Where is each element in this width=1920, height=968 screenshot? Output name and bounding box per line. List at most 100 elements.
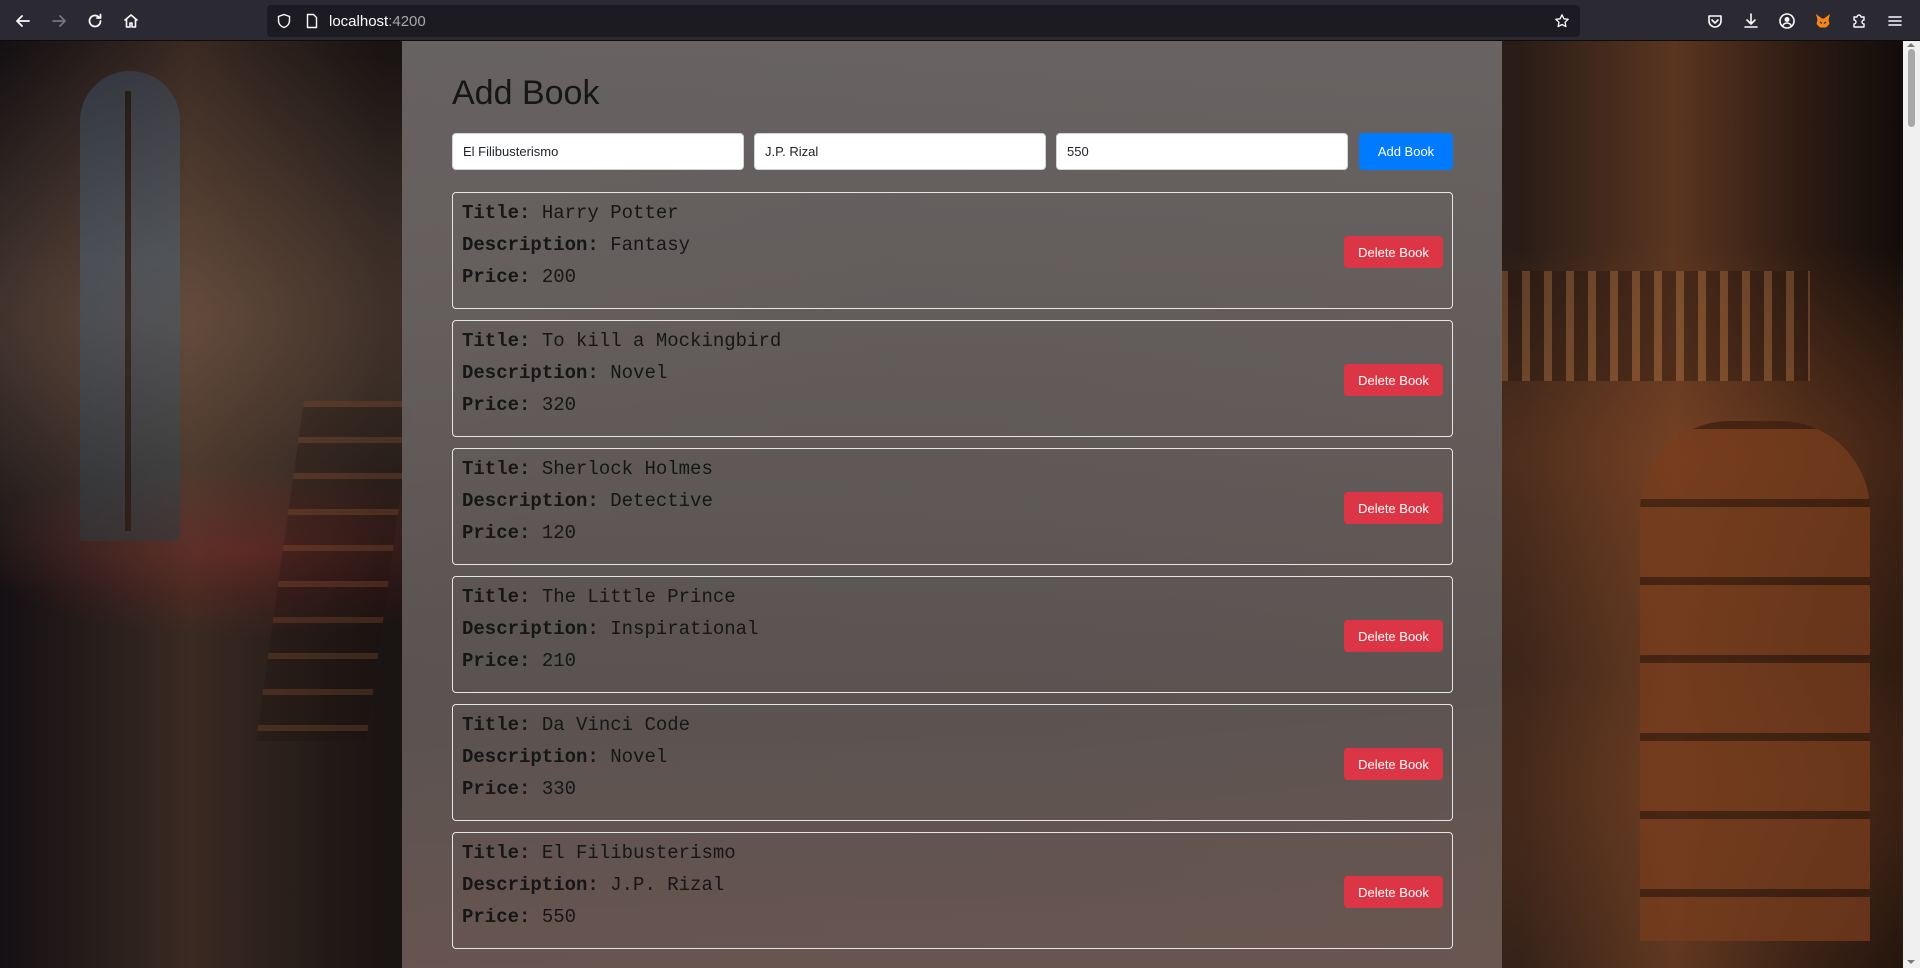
- background-decoration: [1640, 421, 1870, 941]
- delete-book-button[interactable]: Delete Book: [1344, 620, 1443, 652]
- account-icon: [1779, 13, 1795, 29]
- book-title-line: Title: To kill a Mockingbird: [462, 330, 781, 352]
- forward-button[interactable]: [45, 7, 73, 35]
- book-title: To kill a Mockingbird: [541, 330, 782, 352]
- book-price-line: Price: 320: [462, 394, 576, 416]
- book-price: 120: [541, 522, 577, 544]
- book-price: 320: [541, 394, 577, 416]
- book-card: Title: El Filibusterismo Description: J.…: [452, 832, 1453, 949]
- background-decoration: [1500, 271, 1810, 381]
- title-label: Title:: [462, 586, 531, 608]
- pocket-button[interactable]: [1701, 7, 1729, 35]
- forward-icon: [52, 15, 66, 27]
- title-label: Title:: [462, 202, 531, 224]
- back-button[interactable]: [9, 7, 37, 35]
- description-label: Description:: [462, 874, 599, 896]
- book-price-line: Price: 330: [462, 778, 576, 800]
- menu-icon: [1888, 16, 1902, 26]
- book-price: 210: [541, 650, 577, 672]
- home-icon: [123, 14, 139, 28]
- book-price: 200: [541, 266, 577, 288]
- book-description-line: Description: Detective: [462, 490, 713, 512]
- scroll-thumb[interactable]: [1908, 49, 1915, 127]
- page-title: Add Book: [452, 74, 600, 112]
- back-icon: [16, 15, 30, 27]
- book-title: El Filibusterismo: [541, 842, 736, 864]
- title-label: Title:: [462, 330, 531, 352]
- book-card: Title: Sherlock Holmes Description: Dete…: [452, 448, 1453, 565]
- extensions-button[interactable]: [1845, 7, 1873, 35]
- book-price-line: Price: 210: [462, 650, 576, 672]
- book-description-line: Description: Novel: [462, 746, 667, 768]
- price-input[interactable]: [1056, 133, 1348, 170]
- book-price-line: Price: 550: [462, 906, 576, 928]
- book-description-line: Description: J.P. Rizal: [462, 874, 724, 896]
- book-title-line: Title: Harry Potter: [462, 202, 679, 224]
- book-title: The Little Prince: [541, 586, 736, 608]
- book-description: J.P. Rizal: [610, 874, 725, 896]
- description-label: Description:: [462, 618, 599, 640]
- page-viewport: Add Book Add Book Title: Harry Potter De…: [0, 41, 1903, 968]
- home-button[interactable]: [117, 7, 145, 35]
- book-title-line: Title: Da Vinci Code: [462, 714, 690, 736]
- title-label: Title:: [462, 714, 531, 736]
- pocket-icon: [1708, 15, 1722, 28]
- scroll-down-icon[interactable]: [1907, 960, 1915, 964]
- address-bar[interactable]: localhost:4200: [267, 5, 1580, 37]
- scroll-up-icon[interactable]: [1907, 43, 1915, 47]
- book-description: Novel: [610, 746, 668, 768]
- delete-book-button[interactable]: Delete Book: [1344, 236, 1443, 268]
- bookmark-star-icon[interactable]: [1553, 12, 1571, 30]
- book-description: Inspirational: [610, 618, 759, 640]
- app-menu-button[interactable]: [1881, 7, 1909, 35]
- book-title: Da Vinci Code: [541, 714, 691, 736]
- price-label: Price:: [462, 906, 531, 928]
- book-card: Title: The Little Prince Description: In…: [452, 576, 1453, 693]
- delete-book-button[interactable]: Delete Book: [1344, 748, 1443, 780]
- background-decoration: [256, 401, 414, 741]
- delete-book-button[interactable]: Delete Book: [1344, 876, 1443, 908]
- book-panel: Add Book Add Book Title: Harry Potter De…: [402, 41, 1502, 968]
- price-label: Price:: [462, 266, 531, 288]
- page-scrollbar[interactable]: [1903, 41, 1920, 968]
- description-label: Description:: [462, 362, 599, 384]
- background-library-image: [80, 71, 180, 541]
- book-description: Detective: [610, 490, 713, 512]
- title-input[interactable]: [452, 133, 744, 170]
- book-title: Harry Potter: [541, 202, 679, 224]
- add-book-button[interactable]: Add Book: [1359, 133, 1453, 170]
- book-description-line: Description: Fantasy: [462, 234, 690, 256]
- page-icon[interactable]: [303, 12, 321, 30]
- book-description-line: Description: Novel: [462, 362, 667, 384]
- delete-book-button[interactable]: Delete Book: [1344, 492, 1443, 524]
- description-label: Description:: [462, 234, 599, 256]
- description-input[interactable]: [754, 133, 1046, 170]
- metamask-fox-icon: [1816, 14, 1830, 28]
- url-text[interactable]: localhost:4200: [329, 13, 426, 30]
- delete-book-button[interactable]: Delete Book: [1344, 364, 1443, 396]
- book-description: Fantasy: [610, 234, 691, 256]
- book-price-line: Price: 200: [462, 266, 576, 288]
- reload-button[interactable]: [81, 7, 109, 35]
- book-title-line: Title: The Little Prince: [462, 586, 736, 608]
- shield-icon[interactable]: [275, 12, 293, 30]
- reload-icon: [88, 13, 102, 28]
- price-label: Price:: [462, 394, 531, 416]
- price-label: Price:: [462, 650, 531, 672]
- metamask-extension-button[interactable]: [1809, 7, 1837, 35]
- book-description-line: Description: Inspirational: [462, 618, 758, 640]
- downloads-icon: [1744, 13, 1758, 28]
- downloads-button[interactable]: [1737, 7, 1765, 35]
- book-card: Title: To kill a Mockingbird Description…: [452, 320, 1453, 437]
- book-title: Sherlock Holmes: [541, 458, 713, 480]
- browser-toolbar: localhost:4200: [0, 0, 1920, 41]
- title-label: Title:: [462, 842, 531, 864]
- book-price: 330: [541, 778, 577, 800]
- title-label: Title:: [462, 458, 531, 480]
- book-price-line: Price: 120: [462, 522, 576, 544]
- extensions-icon: [1853, 14, 1865, 28]
- account-button[interactable]: [1773, 7, 1801, 35]
- url-host: localhost: [329, 13, 389, 30]
- url-port: :4200: [388, 13, 426, 30]
- description-label: Description:: [462, 746, 599, 768]
